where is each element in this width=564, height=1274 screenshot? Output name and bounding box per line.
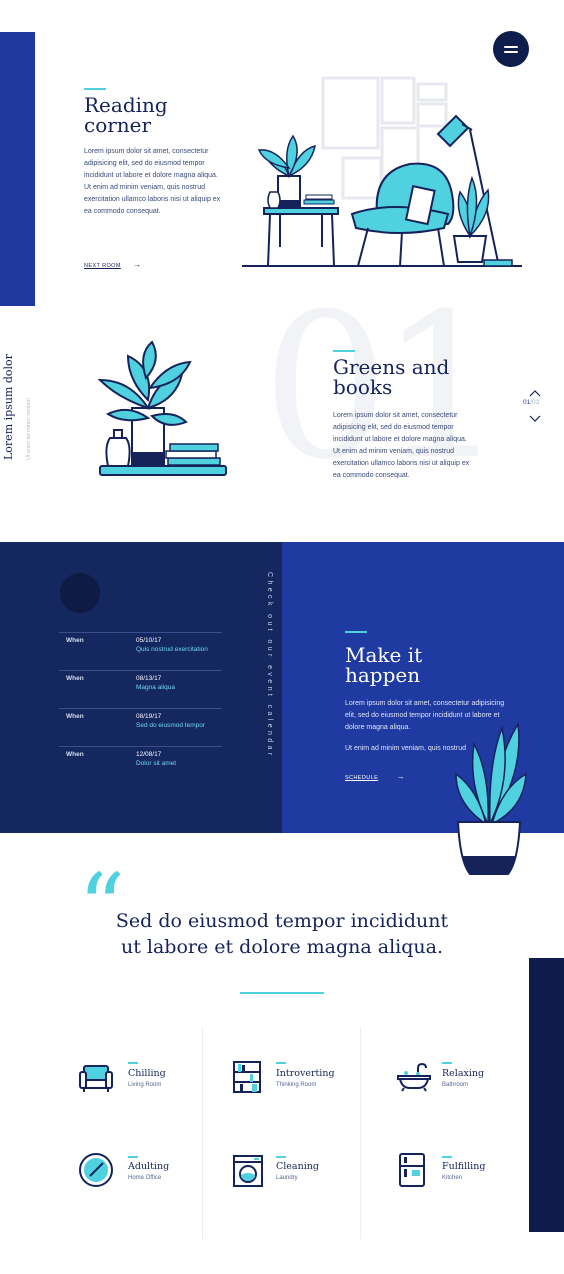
category-title: Fulfilling — [442, 1161, 486, 1172]
schedule-label: SCHEDULE — [345, 775, 379, 781]
pager-down-button[interactable] — [528, 411, 542, 423]
greens-accent-line — [333, 350, 355, 352]
chevron-up-icon — [529, 390, 541, 397]
event-date: 08/19/17 — [136, 713, 162, 720]
greens-title-line1: Greens and — [333, 355, 450, 379]
category-fulfilling[interactable]: Fulfilling Kitchen — [398, 1152, 522, 1192]
quote-text: Sed do eiusmod tempor incididunt ut labo… — [100, 908, 464, 960]
washing-machine-icon — [233, 1155, 263, 1187]
quote-line1: Sed do eiusmod tempor incididunt — [115, 910, 449, 932]
category-subtitle: Bathroom — [442, 1082, 469, 1088]
armchair-icon — [79, 1065, 113, 1092]
happen-title: Make it happen — [345, 645, 422, 685]
category-title: Adulting — [128, 1161, 170, 1172]
grid-divider — [360, 1027, 361, 1239]
greens-title-line2: books — [333, 375, 393, 399]
bookshelf-icon — [233, 1061, 261, 1093]
chevron-down-icon — [529, 415, 541, 422]
right-accent-bar — [529, 958, 564, 1232]
greens-books-illustration — [97, 340, 227, 476]
greens-title: Greens and books — [333, 357, 449, 397]
category-title: Chilling — [128, 1068, 166, 1079]
category-accent-line — [442, 1062, 452, 1064]
happen-title-line1: Make it — [345, 643, 423, 667]
category-title: Relaxing — [442, 1068, 485, 1079]
pager-total: /03 — [530, 399, 540, 406]
menu-icon — [504, 46, 518, 48]
armchair — [350, 162, 455, 267]
arrow-right-icon: → — [396, 772, 405, 781]
event-date: 12/08/17 — [136, 751, 162, 758]
event-vertical-label: Check out our event calendar — [266, 572, 273, 759]
category-accent-line — [128, 1156, 138, 1158]
menu-button[interactable] — [493, 31, 529, 67]
quote-line2: ut labore et dolore magna aliqua. — [120, 936, 444, 958]
reading-corner-illustration — [242, 76, 522, 267]
reading-title-line2: corner — [84, 113, 152, 137]
bathtub-icon — [397, 1062, 431, 1092]
schedule-link[interactable]: SCHEDULE → — [345, 766, 405, 784]
side-vertical-title: Lorem ipsum dolor — [2, 354, 15, 460]
event-row[interactable]: When 08/13/17 Magna aliqua — [59, 670, 222, 709]
pager-indicator: 01/03 — [523, 399, 539, 406]
event-when-label: When — [66, 675, 84, 682]
category-accent-line — [276, 1062, 286, 1064]
event-when-label: When — [66, 637, 84, 644]
category-accent-line — [128, 1062, 138, 1064]
category-subtitle: Home Office — [128, 1175, 162, 1181]
reading-title-line1: Reading — [84, 93, 168, 117]
happen-title-line2: happen — [345, 663, 421, 687]
category-accent-line — [442, 1156, 452, 1158]
category-introverting[interactable]: Introverting Thinking Room — [232, 1058, 356, 1098]
grid-divider — [202, 1027, 203, 1239]
left-accent-bar — [0, 32, 35, 306]
pager-up-button[interactable] — [528, 385, 542, 397]
event-row[interactable]: When 12/08/17 Dolor sit amet — [59, 746, 222, 777]
greens-body: Lorem ipsum dolor sit amet, consectetur … — [333, 412, 470, 479]
happen-accent-line — [345, 631, 367, 633]
arrow-right-icon: → — [133, 260, 142, 269]
category-subtitle: Laundry — [276, 1175, 298, 1181]
event-when-label: When — [66, 713, 84, 720]
side-vertical-subtitle: Ut enim ad minim veniam — [26, 397, 32, 460]
category-title: Introverting — [276, 1068, 335, 1079]
reading-accent-line — [84, 88, 106, 90]
next-room-label: NEXT ROOM — [84, 263, 121, 269]
event-when-label: When — [66, 751, 84, 758]
event-row[interactable]: When 05/10/17 Quis nostrud exercitation — [59, 632, 222, 671]
fridge-icon — [399, 1153, 425, 1187]
event-description: Dolor sit amet — [136, 760, 177, 767]
reading-title: Reading corner — [84, 95, 168, 135]
event-row[interactable]: When 08/19/17 Sed do eiusmod tempor — [59, 708, 222, 747]
event-description: Sed do eiusmod tempor — [136, 722, 206, 729]
event-date: 05/10/17 — [136, 637, 162, 644]
next-room-link[interactable]: NEXT ROOM → — [84, 254, 141, 272]
category-cleaning[interactable]: Cleaning Laundry — [232, 1152, 356, 1192]
category-subtitle: Thinking Room — [276, 1082, 317, 1088]
potted-plant-illustration — [455, 721, 527, 875]
event-description: Quis nostrud exercitation — [136, 646, 208, 653]
category-adulting[interactable]: Adulting Home Office — [78, 1152, 198, 1192]
category-relaxing[interactable]: Relaxing Bathroom — [396, 1058, 520, 1098]
event-date: 08/13/17 — [136, 675, 162, 682]
reading-body: Lorem ipsum dolor sit amet, consectetur … — [84, 148, 221, 215]
event-circle-decoration — [60, 573, 100, 613]
category-title: Cleaning — [276, 1161, 319, 1172]
category-subtitle: Living Room — [128, 1082, 162, 1088]
menu-icon-bar — [504, 51, 518, 53]
quote-divider — [240, 992, 324, 994]
clock-icon — [79, 1153, 113, 1187]
side-table — [257, 134, 339, 267]
category-subtitle: Kitchen — [442, 1175, 463, 1181]
category-accent-line — [276, 1156, 286, 1158]
category-chilling[interactable]: Chilling Living Room — [78, 1058, 198, 1098]
event-description: Magna aliqua — [136, 684, 176, 691]
